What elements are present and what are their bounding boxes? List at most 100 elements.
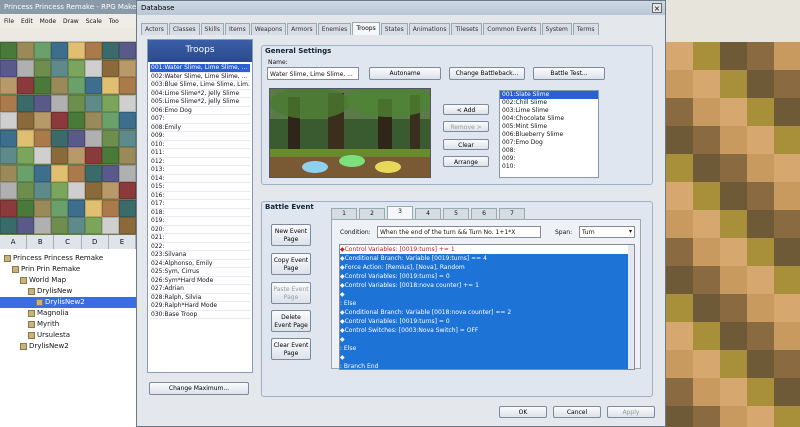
event-command-row[interactable]: ◆ xyxy=(340,290,634,299)
menu-mode[interactable]: Mode xyxy=(40,18,56,25)
enemy-list-item[interactable]: 007:Emo Dog xyxy=(500,139,598,147)
tileset-tab-c[interactable]: C xyxy=(54,235,82,249)
troop-list-item[interactable]: 008:Emily xyxy=(150,124,250,132)
event-command-row[interactable]: ◆Control Variables: [0019:turns] = 0 xyxy=(340,317,634,326)
clear-event-page-button[interactable]: Clear Event Page xyxy=(271,338,311,360)
troop-list-item[interactable]: 030:Base Troop xyxy=(150,311,250,319)
troop-list-item[interactable]: 006:Emo Dog xyxy=(150,107,250,115)
remove-enemy-button[interactable]: Remove > xyxy=(443,121,489,132)
tab-weapons[interactable]: Weapons xyxy=(250,23,287,35)
enemy-list-item[interactable]: 004:Chocolate Slime xyxy=(500,115,598,123)
event-page-tab[interactable]: 5 xyxy=(443,208,469,219)
map-canvas[interactable] xyxy=(666,42,800,427)
event-command-row[interactable]: ◆Conditional Branch: Variable [0018:nova… xyxy=(340,308,634,317)
troop-list-item[interactable]: 029:Ralph*Hard Mode xyxy=(150,302,250,311)
tab-enemies[interactable]: Enemies xyxy=(317,23,352,35)
troop-list-item[interactable]: 022: xyxy=(150,243,250,251)
troop-list-item[interactable]: 021: xyxy=(150,234,250,243)
enemy-list-item[interactable]: 010: xyxy=(500,163,598,171)
troop-list-item[interactable]: 002:Water Slime, Lime Slime, ... xyxy=(150,73,250,81)
delete-event-page-button[interactable]: Delete Event Page xyxy=(271,310,311,332)
troop-list-item[interactable]: 026:Sym*Hard Mode xyxy=(150,277,250,285)
map-tree-item[interactable]: DrylisNew xyxy=(0,286,136,297)
menu-edit[interactable]: Edit xyxy=(21,18,33,25)
menu-draw[interactable]: Draw xyxy=(63,18,79,25)
troop-list-item[interactable]: 015: xyxy=(150,183,250,192)
enemy-list-item[interactable]: 006:Blueberry Slime xyxy=(500,131,598,139)
event-command-row[interactable]: ◆Conditional Branch: Variable [0019:turn… xyxy=(340,254,634,263)
tileset-tab-b[interactable]: B xyxy=(27,235,55,249)
enemy-list-item[interactable]: 003:Lime Slime xyxy=(500,107,598,115)
troop-list-item[interactable]: 018: xyxy=(150,209,250,217)
event-page-tab[interactable]: 7 xyxy=(499,208,525,219)
tileset-palette[interactable] xyxy=(0,42,136,235)
battle-preview[interactable] xyxy=(269,88,431,178)
tab-animations[interactable]: Animations xyxy=(408,23,451,35)
event-command-row[interactable]: ◆ xyxy=(340,353,634,362)
troop-list-item[interactable]: 016: xyxy=(150,192,250,200)
event-page-tab[interactable]: 1 xyxy=(331,208,357,219)
troop-list-item[interactable]: 027:Adrian xyxy=(150,285,250,294)
condition-field[interactable]: When the end of the turn && Turn No. 1+1… xyxy=(377,226,541,238)
troop-list-item[interactable]: 003:Blue Slime, Lime Slime, Lim... xyxy=(150,81,250,90)
tab-terms[interactable]: Terms xyxy=(572,23,599,35)
clear-enemies-button[interactable]: Clear xyxy=(443,139,489,150)
troop-list-item[interactable]: 014: xyxy=(150,175,250,183)
event-page-tab[interactable]: 3 xyxy=(387,206,413,219)
map-tree-item[interactable]: Magnolia xyxy=(0,308,136,319)
map-tree-item[interactable]: Princess Princess Remake xyxy=(0,253,136,264)
change-battleback-button[interactable]: Change Battleback... xyxy=(449,67,525,80)
tab-items[interactable]: Items xyxy=(224,23,250,35)
tab-tilesets[interactable]: Tilesets xyxy=(451,23,483,35)
tab-troops[interactable]: Troops xyxy=(352,22,380,35)
tileset-tab-e[interactable]: E xyxy=(109,235,137,249)
menu-scale[interactable]: Scale xyxy=(86,18,102,25)
event-command-row[interactable]: : Else xyxy=(340,344,634,353)
map-tree-item[interactable]: Myrith xyxy=(0,319,136,330)
autoname-button[interactable]: Autoname xyxy=(369,67,441,80)
troop-list-item[interactable]: 010: xyxy=(150,141,250,149)
enemy-list-item[interactable]: 008: xyxy=(500,147,598,155)
cancel-button[interactable]: Cancel xyxy=(553,406,601,418)
troop-list-item[interactable]: 001:Water Slime, Lime Slime, ... xyxy=(150,64,250,73)
arrange-button[interactable]: Arrange xyxy=(443,156,489,167)
event-page-tab[interactable]: 2 xyxy=(359,208,385,219)
event-command-row[interactable]: ◆Control Switches: [0003:Nova Switch] = … xyxy=(340,326,634,335)
troop-list-item[interactable]: 011: xyxy=(150,149,250,158)
battle-test-button[interactable]: Battle Test... xyxy=(533,67,605,80)
change-maximum-button[interactable]: Change Maximum... xyxy=(149,382,249,395)
map-tree-item[interactable]: DrylisNew2 xyxy=(0,297,136,308)
event-command-row[interactable]: ◆Control Variables: [0018:nova counter] … xyxy=(340,281,634,290)
event-page-tab[interactable]: 4 xyxy=(415,208,441,219)
event-command-row[interactable]: ◆Control Variables: [0019:turns] = 0 xyxy=(340,272,634,281)
event-list-scrollbar[interactable] xyxy=(628,245,634,369)
tab-common-events[interactable]: Common Events xyxy=(483,23,541,35)
ok-button[interactable]: OK xyxy=(499,406,547,418)
troop-list-item[interactable]: 019: xyxy=(150,217,250,226)
add-enemy-button[interactable]: < Add xyxy=(443,104,489,115)
troop-name-input[interactable]: Water Slime, Lime Slime, ... xyxy=(267,67,359,80)
event-command-row[interactable]: ◆Force Action: [Remius], [Nova], Random xyxy=(340,263,634,272)
troop-list-item[interactable]: 028:Ralph, Silvia xyxy=(150,294,250,302)
troop-list-item[interactable]: 012: xyxy=(150,158,250,166)
close-icon[interactable]: × xyxy=(652,3,662,13)
event-command-row[interactable]: : Branch End xyxy=(340,362,634,369)
troop-list-item[interactable]: 009: xyxy=(150,132,250,141)
event-command-row[interactable]: : Else xyxy=(340,299,634,308)
tab-armors[interactable]: Armors xyxy=(287,23,317,35)
event-command-row[interactable]: ◆ xyxy=(340,335,634,344)
enemy-list-item[interactable]: 002:Chill Slime xyxy=(500,99,598,107)
enemy-list-item[interactable]: 001:Slate Slime xyxy=(500,91,598,99)
troop-list-item[interactable]: 007: xyxy=(150,115,250,124)
span-select[interactable]: Turn ▾ xyxy=(579,226,635,238)
paste-event-page-button[interactable]: Paste Event Page xyxy=(271,282,311,304)
troop-list-item[interactable]: 020: xyxy=(150,226,250,234)
troop-list-item[interactable]: 005:Lime Slime*2, Jelly Slime xyxy=(150,98,250,107)
troop-list-item[interactable]: 017: xyxy=(150,200,250,209)
copy-event-page-button[interactable]: Copy Event Page xyxy=(271,253,311,275)
tab-states[interactable]: States xyxy=(380,23,408,35)
new-event-page-button[interactable]: New Event Page xyxy=(271,224,311,246)
tab-system[interactable]: System xyxy=(541,23,572,35)
map-tree-item[interactable]: World Map xyxy=(0,275,136,286)
menu-file[interactable]: File xyxy=(4,18,14,25)
